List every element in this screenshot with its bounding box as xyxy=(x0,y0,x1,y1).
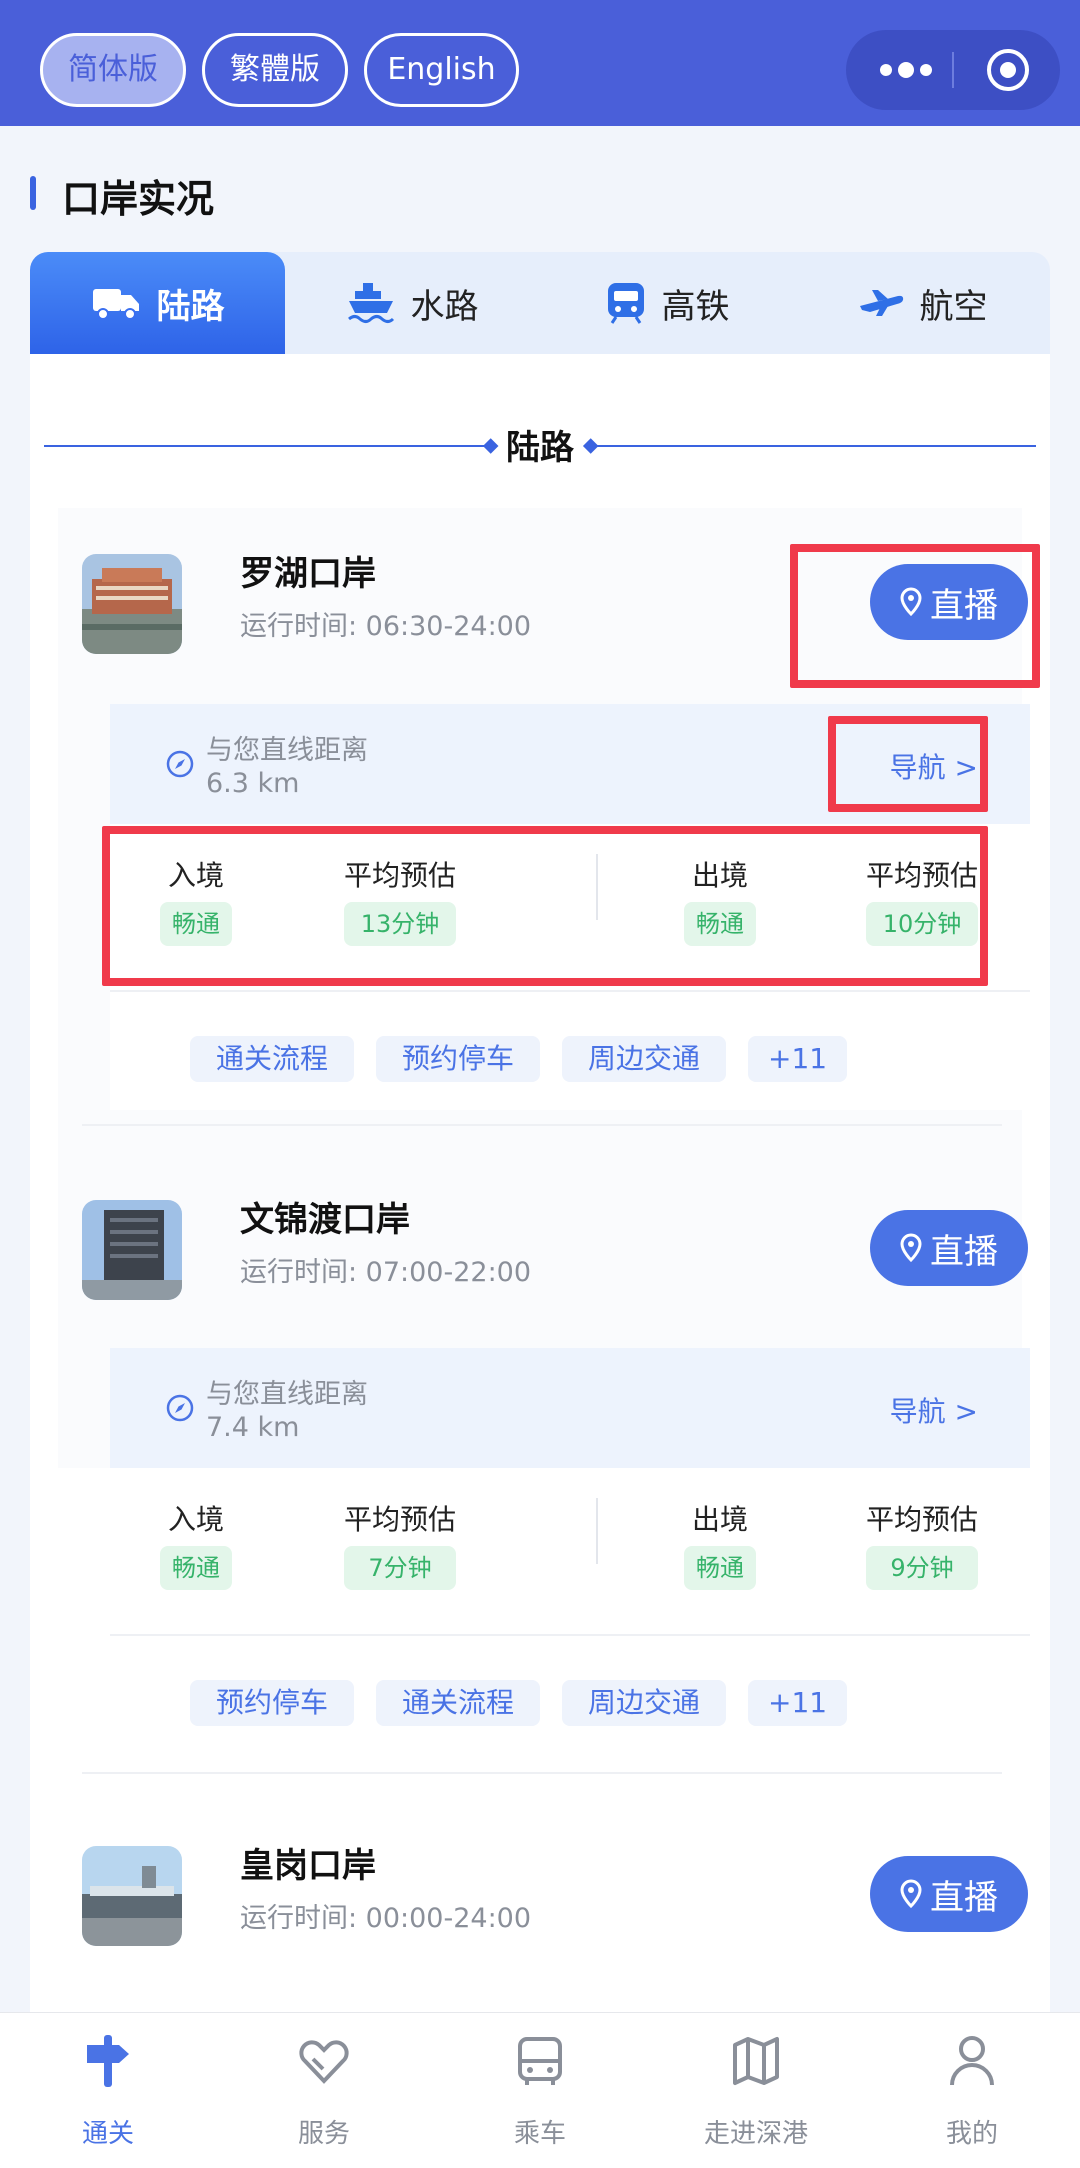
live-button[interactable]: 直播 xyxy=(870,1210,1028,1286)
distance-value: 7.4 km xyxy=(206,1412,300,1443)
nav-label: 乘车 xyxy=(513,2119,566,2149)
distance-box: 与您直线距离 7.4 km 导航 > xyxy=(110,1348,1030,1468)
bus-icon xyxy=(518,2037,562,2085)
port-hours: 运行时间: 06:30-24:00 xyxy=(240,611,532,642)
location-pin-icon xyxy=(900,1879,922,1909)
distance-label: 与您直线距离 xyxy=(206,735,368,766)
ship-icon xyxy=(347,283,394,323)
exit-avg-badge: 9分钟 xyxy=(866,1546,978,1590)
port-hours: 运行时间: 07:00-22:00 xyxy=(240,1257,532,1288)
navigate-link[interactable]: 导航 > xyxy=(890,1390,978,1430)
transport-tabs: 陆路 水路 高铁 航空 xyxy=(30,252,1050,354)
service-tags: 通关流程 预约停车 周边交通 +11 xyxy=(110,990,1030,1110)
card-divider xyxy=(82,1124,1002,1126)
distance-label: 与您直线距离 xyxy=(206,1379,368,1410)
train-icon xyxy=(607,283,644,324)
live-label: 直播 xyxy=(930,1231,998,1272)
tag-customs-process[interactable]: 通关流程 xyxy=(376,1680,541,1726)
map-icon xyxy=(733,2037,779,2085)
nav-label: 服务 xyxy=(297,2119,350,2149)
nav-label: 通关 xyxy=(81,2119,134,2149)
heart-hands-icon xyxy=(299,2040,349,2084)
location-pin-icon xyxy=(900,1233,922,1263)
port-name: 文锦渡口岸 xyxy=(240,1200,410,1240)
port-thumbnail xyxy=(82,1846,182,1946)
tab-highspeed-rail[interactable]: 高铁 xyxy=(540,252,795,354)
card-divider xyxy=(82,1772,1002,1774)
service-tags: 预约停车 通关流程 周边交通 +11 xyxy=(110,1634,1030,1754)
tag-transport[interactable]: 周边交通 xyxy=(562,1036,727,1082)
distance-value: 6.3 km xyxy=(206,768,300,799)
port-hours: 运行时间: 00:00-24:00 xyxy=(240,1903,532,1934)
lang-english-button[interactable]: English xyxy=(364,33,519,107)
lang-traditional-button[interactable]: 繁體版 xyxy=(202,33,348,107)
section-accent-bar xyxy=(30,176,36,210)
signpost-icon xyxy=(87,2035,129,2087)
plane-icon xyxy=(859,290,903,316)
port-thumbnail xyxy=(82,554,182,654)
annotation-box-stats xyxy=(102,826,988,986)
lang-simplified-button[interactable]: 简体版 xyxy=(40,33,186,107)
compass-icon xyxy=(166,1394,194,1422)
section-title: 口岸实况 xyxy=(62,177,215,221)
more-icon[interactable] xyxy=(876,56,936,84)
close-target-icon[interactable] xyxy=(986,48,1030,92)
annotation-box-live xyxy=(790,544,1040,688)
tag-more[interactable]: +11 xyxy=(748,1680,848,1726)
tab-label: 航空 xyxy=(919,286,988,327)
live-label: 直播 xyxy=(930,1877,998,1918)
nav-ride[interactable]: 乘车 xyxy=(432,2013,648,2168)
port-card: 文锦渡口岸 运行时间: 07:00-22:00 直播 与您直线距离 7.4 km… xyxy=(58,1154,1030,1754)
port-thumbnail xyxy=(82,1200,182,1300)
port-name: 罗湖口岸 xyxy=(240,554,376,594)
nav-customs[interactable]: 通关 xyxy=(0,2013,216,2168)
entry-avg-badge: 7分钟 xyxy=(344,1546,456,1590)
compass-icon xyxy=(166,750,194,778)
nav-mine[interactable]: 我的 xyxy=(864,2013,1080,2168)
port-card: 皇岗口岸 运行时间: 00:00-24:00 直播 xyxy=(58,1800,1028,2014)
tab-water[interactable]: 水路 xyxy=(285,252,540,354)
tab-label: 高铁 xyxy=(661,286,730,327)
tab-land[interactable]: 陆路 xyxy=(30,252,285,354)
subheading-title: 陆路 xyxy=(506,428,574,468)
tab-label: 陆路 xyxy=(156,286,225,327)
mini-program-capsule xyxy=(846,30,1060,110)
exit-status-badge: 畅通 xyxy=(684,1546,756,1590)
tag-parking[interactable]: 预约停车 xyxy=(376,1036,541,1082)
live-button[interactable]: 直播 xyxy=(870,1856,1028,1932)
tag-more[interactable]: +11 xyxy=(748,1036,848,1082)
tag-transport[interactable]: 周边交通 xyxy=(562,1680,727,1726)
traffic-stats: 入境 平均预估 畅通 7分钟 出境 平均预估 畅通 9分钟 xyxy=(110,1468,1030,1634)
port-name: 皇岗口岸 xyxy=(240,1846,376,1886)
nav-label: 走进深港 xyxy=(703,2119,808,2149)
exit-avg-label: 平均预估 xyxy=(866,1503,979,1536)
bottom-nav: 通关 服务 乘车 走进深港 我的 xyxy=(0,2012,1080,2168)
tab-label: 水路 xyxy=(410,286,479,327)
nav-explore[interactable]: 走进深港 xyxy=(648,2013,864,2168)
tab-air[interactable]: 航空 xyxy=(795,252,1050,354)
stats-divider xyxy=(596,1498,598,1564)
entry-label: 入境 xyxy=(168,1503,225,1536)
exit-label: 出境 xyxy=(692,1503,749,1536)
person-icon xyxy=(950,2036,994,2086)
tag-parking[interactable]: 预约停车 xyxy=(190,1680,355,1726)
truck-icon xyxy=(92,289,139,320)
top-bar: 简体版 繁體版 English xyxy=(0,0,1080,126)
nav-label: 我的 xyxy=(945,2119,998,2149)
annotation-box-navigate xyxy=(828,716,988,812)
entry-avg-label: 平均预估 xyxy=(344,1503,457,1536)
entry-status-badge: 畅通 xyxy=(160,1546,232,1590)
tag-customs-process[interactable]: 通关流程 xyxy=(190,1036,355,1082)
nav-services[interactable]: 服务 xyxy=(216,2013,432,2168)
